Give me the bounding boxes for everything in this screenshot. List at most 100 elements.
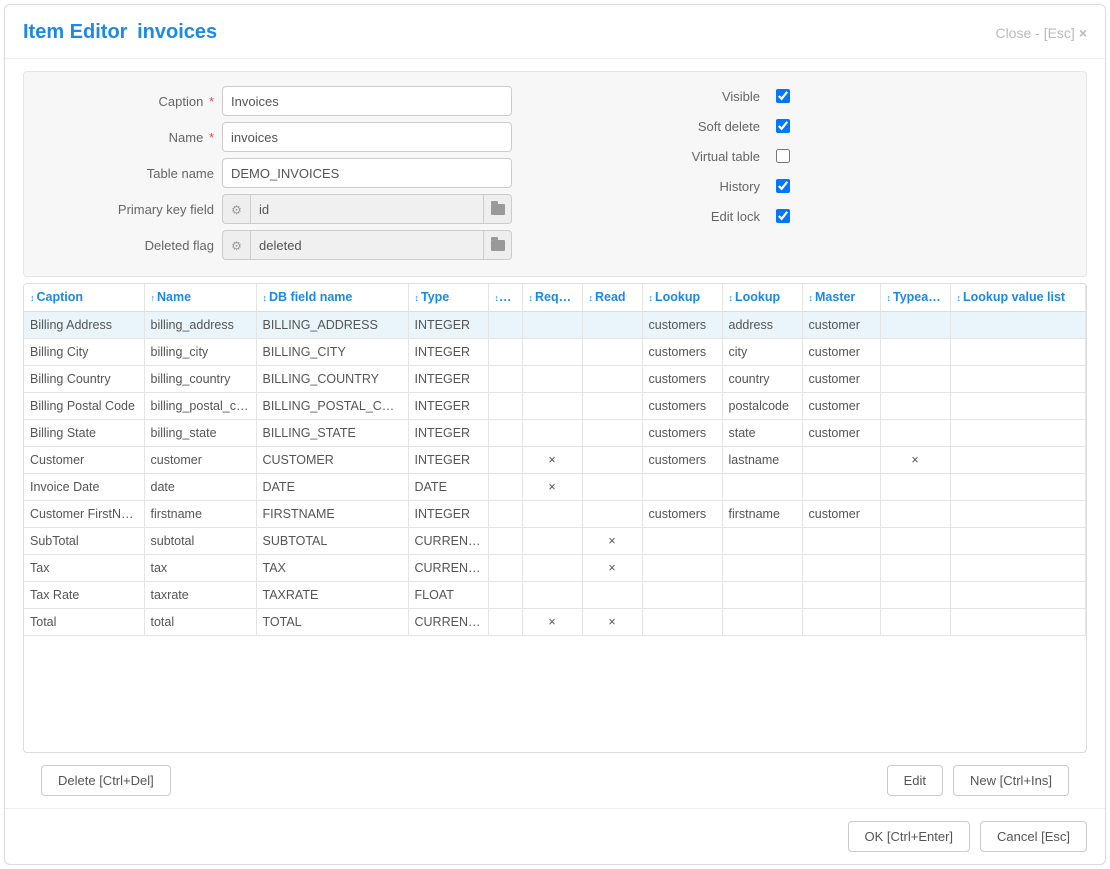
cell-caption: Billing State: [24, 419, 144, 446]
col-read[interactable]: ↕Read: [582, 284, 642, 311]
cell-read: [582, 419, 642, 446]
cell-l1: customers: [642, 419, 722, 446]
cell-lvl: [950, 608, 1086, 635]
visible-checkbox[interactable]: [776, 89, 790, 103]
history-label: History: [542, 179, 772, 194]
caption-input[interactable]: [222, 86, 512, 116]
cell-name: billing_country: [144, 365, 256, 392]
cell-l1: customers: [642, 446, 722, 473]
table-row[interactable]: Billing Countrybilling_countryBILLING_CO…: [24, 365, 1086, 392]
close-button[interactable]: Close - [Esc]×: [995, 25, 1087, 41]
cell-db: FIRSTNAME: [256, 500, 408, 527]
gear-icon[interactable]: [222, 194, 250, 224]
cell-type: CURRENCY: [408, 527, 488, 554]
cell-size: [488, 311, 522, 338]
cell-name: billing_address: [144, 311, 256, 338]
cell-lvl: [950, 527, 1086, 554]
cell-size: [488, 500, 522, 527]
col-size[interactable]: ↕Size: [488, 284, 522, 311]
cell-required: [522, 392, 582, 419]
cell-ta: [880, 581, 950, 608]
cell-read: [582, 365, 642, 392]
edit-lock-checkbox[interactable]: [776, 209, 790, 223]
table-row[interactable]: CustomercustomerCUSTOMERINTEGER×customer…: [24, 446, 1086, 473]
cell-caption: Customer FirstName: [24, 500, 144, 527]
virtual-table-checkbox[interactable]: [776, 149, 790, 163]
cell-l2: [722, 527, 802, 554]
virtual-table-label: Virtual table: [542, 149, 772, 164]
cancel-button[interactable]: Cancel [Esc]: [980, 821, 1087, 852]
col-lookup1[interactable]: ↕Lookup: [642, 284, 722, 311]
table-name-input[interactable]: [222, 158, 512, 188]
table-row[interactable]: TotaltotalTOTALCURRENCY××: [24, 608, 1086, 635]
col-required[interactable]: ↕Required: [522, 284, 582, 311]
name-input[interactable]: [222, 122, 512, 152]
cell-db: BILLING_STATE: [256, 419, 408, 446]
col-type[interactable]: ↕Type: [408, 284, 488, 311]
folder-icon[interactable]: [484, 230, 512, 260]
cell-required: ×: [522, 608, 582, 635]
table-row[interactable]: Billing Addressbilling_addressBILLING_AD…: [24, 311, 1086, 338]
cell-caption: SubTotal: [24, 527, 144, 554]
cell-db: TAXRATE: [256, 581, 408, 608]
cell-read: [582, 338, 642, 365]
cell-type: INTEGER: [408, 500, 488, 527]
gear-icon[interactable]: [222, 230, 250, 260]
table-row[interactable]: Billing Postal Codebilling_postal_codeBI…: [24, 392, 1086, 419]
table-row[interactable]: Invoice DatedateDATEDATE×: [24, 473, 1086, 500]
col-master[interactable]: ↕Master: [802, 284, 880, 311]
close-label: Close - [Esc]: [995, 25, 1074, 41]
col-lookup2[interactable]: ↕Lookup: [722, 284, 802, 311]
cell-caption: Customer: [24, 446, 144, 473]
cell-l2: state: [722, 419, 802, 446]
cell-size: [488, 473, 522, 500]
folder-icon[interactable]: [484, 194, 512, 224]
cell-read: ×: [582, 608, 642, 635]
edit-button[interactable]: Edit: [887, 765, 943, 796]
cell-master: [802, 446, 880, 473]
soft-delete-checkbox[interactable]: [776, 119, 790, 133]
cell-required: [522, 338, 582, 365]
table-row[interactable]: Billing Citybilling_cityBILLING_CITYINTE…: [24, 338, 1086, 365]
deleted-flag-input[interactable]: [250, 230, 484, 260]
cell-ta: [880, 500, 950, 527]
cell-ta: [880, 365, 950, 392]
cell-read: [582, 392, 642, 419]
cell-caption: Billing City: [24, 338, 144, 365]
col-caption[interactable]: ↕Caption: [24, 284, 144, 311]
ok-button[interactable]: OK [Ctrl+Enter]: [848, 821, 971, 852]
table-row[interactable]: Billing Statebilling_stateBILLING_STATEI…: [24, 419, 1086, 446]
cell-l2: postalcode: [722, 392, 802, 419]
footer-row-2: OK [Ctrl+Enter] Cancel [Esc]: [5, 808, 1105, 864]
cell-ta: [880, 338, 950, 365]
col-typeahead[interactable]: ↕Typeahead: [880, 284, 950, 311]
table-row[interactable]: TaxtaxTAXCURRENCY×: [24, 554, 1086, 581]
fields-table[interactable]: ↕Caption ↑Name ↕DB field name ↕Type ↕Siz…: [24, 284, 1086, 636]
cell-type: INTEGER: [408, 392, 488, 419]
cell-l2: country: [722, 365, 802, 392]
cell-l2: firstname: [722, 500, 802, 527]
cell-read: [582, 446, 642, 473]
cell-db: TOTAL: [256, 608, 408, 635]
delete-button[interactable]: Delete [Ctrl+Del]: [41, 765, 171, 796]
cell-required: [522, 527, 582, 554]
table-row[interactable]: Customer FirstName firstname FIRSTNAMEINTE…: [24, 500, 1086, 527]
edit-lock-label: Edit lock: [542, 209, 772, 224]
cell-name: total: [144, 608, 256, 635]
col-db-field[interactable]: ↕DB field name: [256, 284, 408, 311]
table-row[interactable]: Tax RatetaxrateTAXRATEFLOAT: [24, 581, 1086, 608]
new-button[interactable]: New [Ctrl+Ins]: [953, 765, 1069, 796]
col-name[interactable]: ↑Name: [144, 284, 256, 311]
cell-required: [522, 581, 582, 608]
cell-lvl: [950, 581, 1086, 608]
cell-size: [488, 527, 522, 554]
cell-l2: [722, 608, 802, 635]
primary-key-input[interactable]: [250, 194, 484, 224]
cell-size: [488, 608, 522, 635]
history-checkbox[interactable]: [776, 179, 790, 193]
cell-l2: city: [722, 338, 802, 365]
cell-read: [582, 473, 642, 500]
col-lookup-value-list[interactable]: ↕Lookup value list: [950, 284, 1086, 311]
cell-l1: [642, 527, 722, 554]
table-row[interactable]: SubTotalsubtotalSUBTOTALCURRENCY×: [24, 527, 1086, 554]
